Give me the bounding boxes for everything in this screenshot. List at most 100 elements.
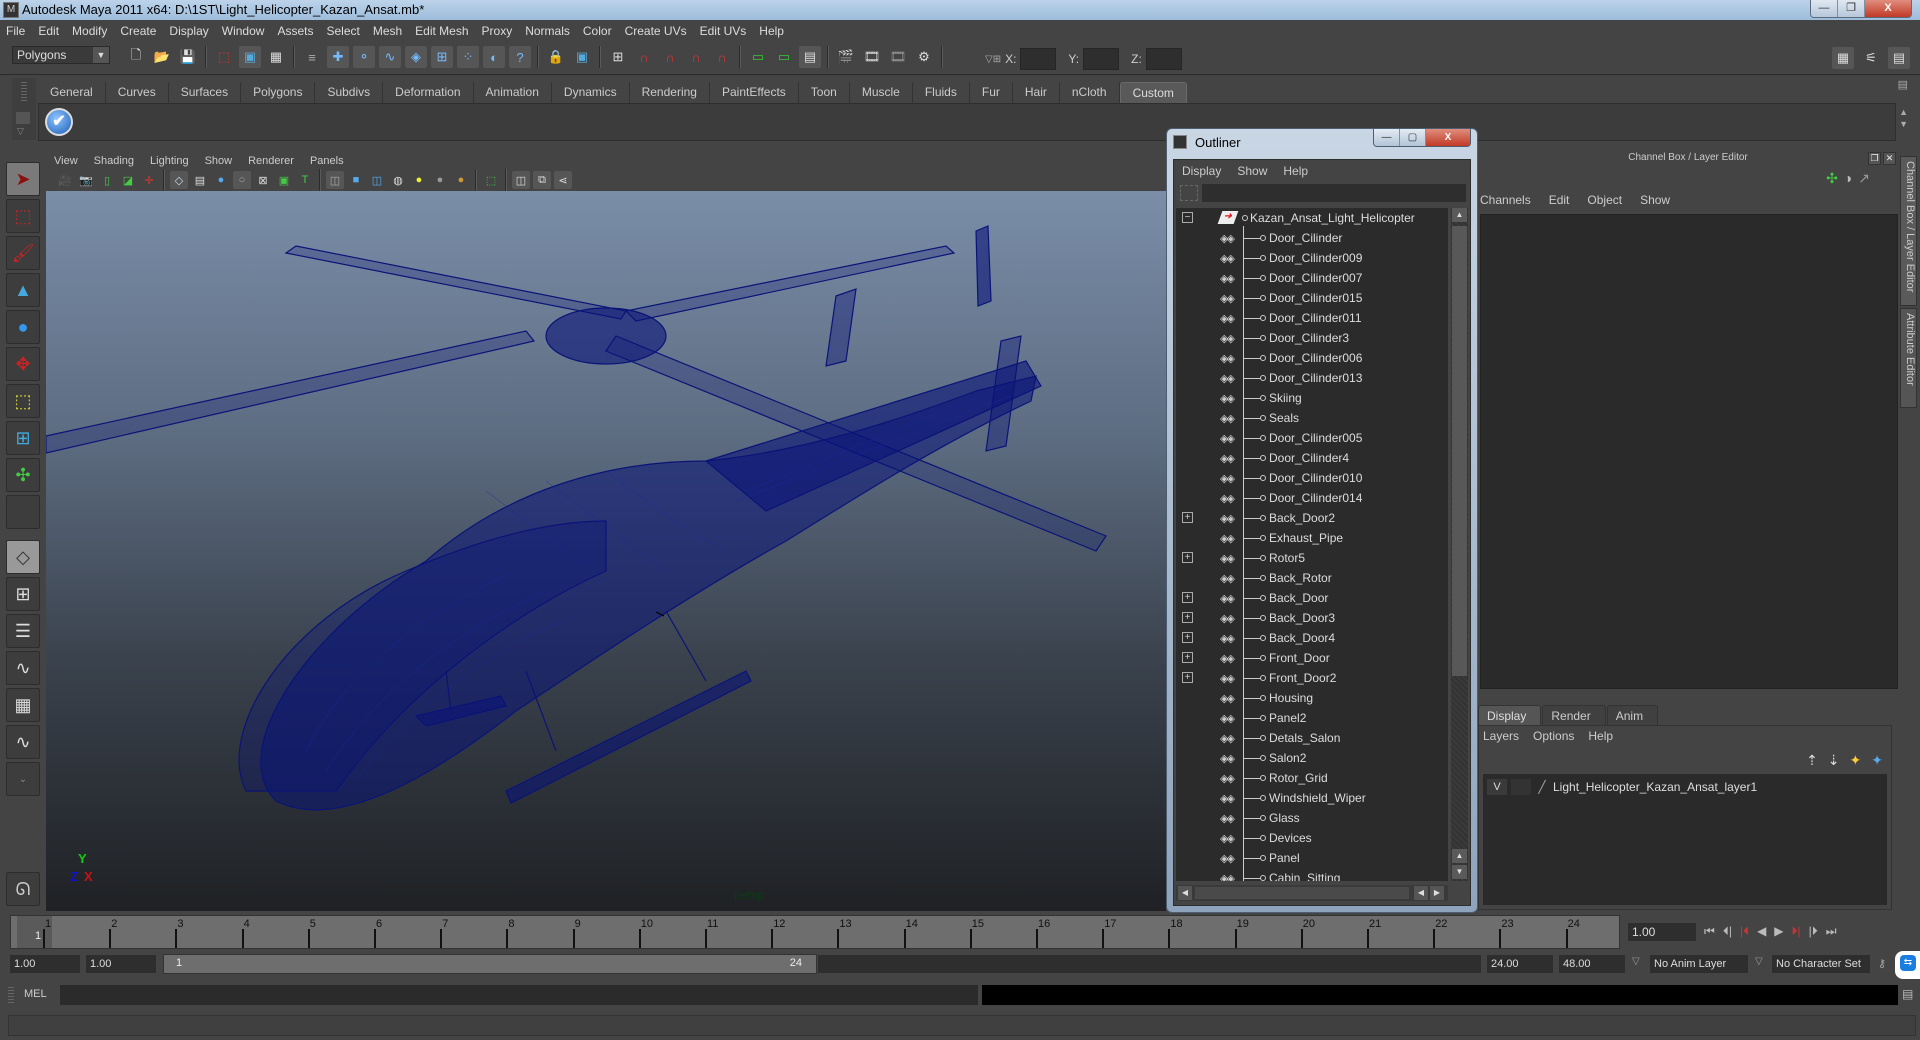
expand-icon[interactable]: +	[1182, 632, 1193, 643]
scroll-up-icon[interactable]: ▲	[1452, 208, 1467, 222]
anim-layer-dropdown-icon[interactable]: ▽	[1632, 956, 1640, 967]
menu-proxy[interactable]: Proxy	[482, 24, 513, 38]
minimize-button[interactable]: —	[1811, 0, 1838, 17]
highlight-selection-icon[interactable]: ▣	[571, 46, 593, 68]
layout-hypershade-persp-icon[interactable]: ▦	[6, 688, 40, 722]
move-layer-up-icon[interactable]: ⇡	[1806, 752, 1818, 769]
shelf-tab-ncloth[interactable]: nCloth	[1059, 82, 1120, 103]
outliner-item[interactable]: ◈◈ Door_Cilinder015	[1176, 288, 1448, 308]
camera-attributes-icon[interactable]: 📷	[77, 171, 95, 189]
viewport-menu-renderer[interactable]: Renderer	[248, 155, 294, 167]
x-ray-joints-icon[interactable]: ⋖	[554, 171, 572, 189]
outliner-item[interactable]: ◈◈ Door_Cilinder010	[1176, 468, 1448, 488]
shelf-tab-curves[interactable]: Curves	[105, 82, 169, 103]
outliner-item[interactable]: ◈◈ Glass	[1176, 808, 1448, 828]
playback-start-field[interactable]: 1.00	[86, 955, 156, 973]
outliner-item[interactable]: ◈◈ Cabin_Sitting	[1176, 868, 1448, 881]
outliner-item[interactable]: ◈◈ Panel2	[1176, 708, 1448, 728]
render-view-icon[interactable]: 🎬	[835, 46, 857, 68]
mel-label[interactable]: MEL	[24, 988, 47, 1000]
outliner-item[interactable]: ◈◈ Windshield_Wiper	[1176, 788, 1448, 808]
construction-history-icon[interactable]: ▤	[799, 46, 821, 68]
new-scene-icon[interactable]: 🗋	[125, 46, 147, 68]
snap-view-plane-icon[interactable]: ∩	[685, 46, 707, 68]
outliner-item[interactable]: ◈◈ Door_Cilinder014	[1176, 488, 1448, 508]
snap-curve-icon[interactable]: ∩	[633, 46, 655, 68]
outliner-filter-input[interactable]	[1202, 184, 1466, 202]
lock-icon[interactable]: 🔒	[545, 46, 567, 68]
safe-title-icon[interactable]: T	[296, 171, 314, 189]
shelf-tab-dynamics[interactable]: Dynamics	[551, 82, 630, 103]
step-forward-frame-icon[interactable]: |⏵	[1809, 924, 1818, 939]
layer-menu-options[interactable]: Options	[1533, 729, 1574, 743]
layer-type-toggle[interactable]	[1511, 779, 1531, 795]
command-line-grip[interactable]	[8, 987, 14, 1003]
resolution-gate-icon[interactable]: ●	[212, 171, 230, 189]
output-ops-icon[interactable]: ▭	[773, 46, 795, 68]
shelf-tab-animation[interactable]: Animation	[473, 82, 552, 103]
character-set-dropdown[interactable]: No Character Set	[1772, 955, 1870, 973]
range-slider-track[interactable]	[818, 955, 1481, 973]
menu-create-uvs[interactable]: Create UVs	[625, 24, 687, 38]
shelf-tab-custom[interactable]: Custom	[1119, 82, 1187, 103]
y-field[interactable]	[1083, 48, 1120, 70]
expand-icon[interactable]: +	[1182, 672, 1193, 683]
menu-edit[interactable]: Edit	[38, 24, 59, 38]
select-deformers-icon[interactable]: ⊞	[431, 46, 453, 68]
scrollbar-thumb[interactable]	[1452, 226, 1467, 676]
select-misc-icon[interactable]: ?	[509, 46, 531, 68]
outliner-vertical-scrollbar[interactable]: ▲ ▲ ▼	[1451, 208, 1468, 881]
new-layer-from-selection-icon[interactable]: ✦	[1871, 752, 1883, 769]
select-handles-icon[interactable]: ✚	[327, 46, 349, 68]
outliner-item[interactable]: ◈◈ Detals_Salon	[1176, 728, 1448, 748]
outliner-item[interactable]: + ◈◈ Back_Door3	[1176, 608, 1448, 628]
outliner-menu-show[interactable]: Show	[1237, 164, 1267, 178]
shelf-tab-fluids[interactable]: Fluids	[912, 82, 970, 103]
outliner-item[interactable]: ◈◈ Door_Cilinder3	[1176, 328, 1448, 348]
outliner-item[interactable]: ◈◈ Door_Cilinder4	[1176, 448, 1448, 468]
select-camera-icon[interactable]: 🎥	[56, 171, 74, 189]
select-dynamics-icon[interactable]: ⁘	[457, 46, 479, 68]
go-to-start-icon[interactable]: ⏮	[1704, 924, 1715, 939]
shelf-menu-icon[interactable]	[16, 112, 30, 124]
lasso-tool-icon[interactable]: ⬚	[6, 199, 40, 233]
menu-edit-mesh[interactable]: Edit Mesh	[415, 24, 468, 38]
tab-display[interactable]: Display	[1478, 705, 1542, 725]
outliner-item[interactable]: ◈◈ Door_Cilinder011	[1176, 308, 1448, 328]
filter-options-icon[interactable]	[1180, 185, 1198, 201]
menu-create[interactable]: Create	[120, 24, 156, 38]
start-time-field[interactable]: 1.00	[10, 955, 80, 973]
close-button[interactable]: X	[1865, 0, 1911, 17]
move-tool-icon[interactable]: ▲	[6, 273, 40, 307]
x-ray-icon[interactable]: ◫	[512, 171, 530, 189]
menu-set-dropdown[interactable]: Polygons ▼	[12, 46, 110, 64]
outliner-horizontal-scrollbar[interactable]: ◀ ◀ ▶	[1176, 885, 1448, 901]
character-set-dropdown-icon[interactable]: ▽	[1755, 956, 1763, 967]
use-default-lighting-icon[interactable]: ●	[410, 171, 428, 189]
tab-attribute-editor[interactable]: Attribute Editor	[1900, 308, 1917, 408]
hyper-icon[interactable]: ↗	[1858, 170, 1870, 187]
layout-outliner-persp-icon[interactable]: ☰	[6, 614, 40, 648]
menu-display[interactable]: Display	[169, 24, 208, 38]
channel-box-menu-show[interactable]: Show	[1640, 193, 1670, 207]
isolate-select-icon[interactable]: ⬚	[482, 171, 500, 189]
outliner-item[interactable]: + ◈◈ Back_Door	[1176, 588, 1448, 608]
channel-box-menu-object[interactable]: Object	[1587, 193, 1622, 207]
safe-action-icon[interactable]: ▣	[275, 171, 293, 189]
outliner-item[interactable]: ◈◈ Exhaust_Pipe	[1176, 528, 1448, 548]
move-layer-down-icon[interactable]: ⇣	[1828, 752, 1840, 769]
outliner-item[interactable]: ◈◈ Door_Cilinder	[1176, 228, 1448, 248]
menu-window[interactable]: Window	[222, 24, 265, 38]
menu-color[interactable]: Color	[583, 24, 612, 38]
open-scene-icon[interactable]: 📂	[151, 46, 173, 68]
outliner-item[interactable]: + ◈◈ Back_Door4	[1176, 628, 1448, 648]
channel-box-menu-channels[interactable]: Channels	[1480, 193, 1531, 207]
scroll-left-end-icon[interactable]: ◀	[1414, 886, 1428, 900]
shelf-tab-toon[interactable]: Toon	[798, 82, 850, 103]
mel-input[interactable]	[60, 985, 978, 1005]
teamviewer-tab[interactable]: ⇆	[1895, 951, 1920, 979]
menu-modify[interactable]: Modify	[72, 24, 107, 38]
outliner-root-item[interactable]: − ➜ Kazan_Ansat_Light_Helicopter	[1176, 208, 1448, 228]
collapse-icon[interactable]: −	[1182, 212, 1193, 223]
shelf-tab-painteffects[interactable]: PaintEffects	[709, 82, 799, 103]
